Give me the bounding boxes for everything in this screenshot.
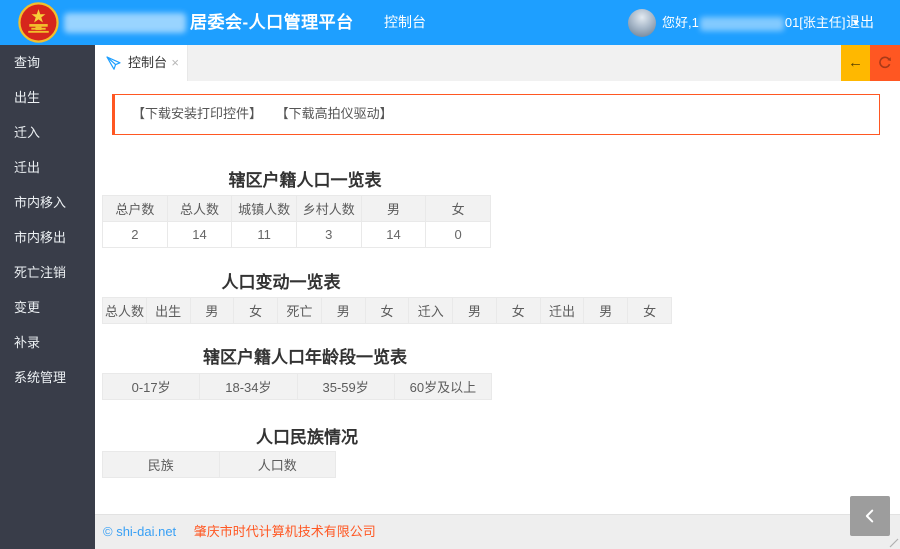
back-button[interactable]: ←: [841, 45, 870, 81]
sidebar-item-change[interactable]: 变更: [0, 290, 95, 325]
col-header: 乡村人数: [295, 195, 362, 222]
paper-plane-icon: [106, 56, 121, 70]
col-header: 女: [364, 297, 410, 324]
col-header: 女: [425, 195, 491, 222]
table-header-row: 总户数 总人数 城镇人数 乡村人数 男 女: [102, 195, 491, 222]
sidebar-item-system-mgmt[interactable]: 系统管理: [0, 360, 95, 395]
redacted-org-name: [64, 13, 186, 33]
cell-male: 14: [360, 221, 427, 248]
redacted-username: [699, 16, 784, 31]
section-title-population-change: 人口变动一览表: [221, 273, 341, 292]
col-header: 出生: [145, 297, 191, 324]
col-header: 女: [627, 297, 672, 324]
sidebar-item-city-move-in[interactable]: 市内移入: [0, 185, 95, 220]
table-header-row: 总人数 出生 男 女 死亡 男 女 迁入 男 女 迁出 男 女: [102, 297, 672, 324]
table-row: 2 14 11 3 14 0: [102, 221, 491, 248]
download-notice-bar: 【下载安装打印控件】 【下载高拍仪驱动】: [112, 94, 880, 135]
col-header: 女: [495, 297, 541, 324]
col-header: 人口数: [218, 451, 336, 478]
col-header: 女: [233, 297, 279, 324]
app-title: 居委会-人口管理平台: [190, 13, 354, 32]
col-header: 死亡: [277, 297, 322, 324]
sidebar-item-move-out[interactable]: 迁出: [0, 150, 95, 185]
population-change-table: 总人数 出生 男 女 死亡 男 女 迁入 男 女 迁出 男 女: [102, 297, 672, 324]
col-header: 60岁及以上: [393, 373, 493, 400]
collapse-panel-button[interactable]: [850, 496, 890, 536]
col-header: 男: [320, 297, 366, 324]
col-header: 18-34岁: [199, 373, 298, 400]
cell-rural-people: 3: [295, 221, 362, 248]
cell-total-households: 2: [102, 221, 168, 248]
resize-handle[interactable]: [889, 538, 899, 548]
section-title-ethnicity: 人口民族情况: [256, 428, 358, 447]
ethnicity-table: 民族 人口数: [102, 451, 336, 478]
tab-close-icon[interactable]: ×: [169, 45, 181, 81]
user-menu[interactable]: 您好,1 01[张主任] ▼: [662, 0, 860, 45]
col-header: 总户数: [102, 195, 168, 222]
col-header: 男: [189, 297, 235, 324]
app-header: 居委会-人口管理平台 控制台 您好,1 01[张主任] ▼ 退出: [0, 0, 900, 45]
table-header-row: 0-17岁 18-34岁 35-59岁 60岁及以上: [101, 373, 493, 400]
col-header: 35-59岁: [296, 373, 395, 400]
col-header: 城镇人数: [231, 195, 297, 222]
tab-bar: 控制台 × ←: [95, 45, 900, 81]
col-header: 男: [583, 297, 629, 324]
sidebar-item-supplement[interactable]: 补录: [0, 325, 95, 360]
download-scanner-driver-link[interactable]: 【下载高拍仪驱动】: [276, 106, 393, 121]
col-header: 总人数: [102, 297, 147, 324]
download-print-control-link[interactable]: 【下载安装打印控件】: [132, 106, 262, 121]
cell-urban-people: 11: [231, 221, 297, 248]
greeting-prefix: 您好,1: [662, 15, 699, 30]
nav-item-console[interactable]: 控制台: [372, 0, 438, 45]
sidebar-item-query[interactable]: 查询: [0, 45, 95, 80]
greeting-suffix: 01[张主任]: [784, 15, 846, 30]
col-header: 男: [452, 297, 497, 324]
col-header: 0-17岁: [101, 373, 201, 400]
sidebar-menu: 查询 出生 迁入 迁出 市内移入 市内移出 死亡注销 变更 补录 系统管理: [0, 45, 95, 549]
age-group-table: 0-17岁 18-34岁 35-59岁 60岁及以上: [101, 373, 493, 400]
cell-total-people: 14: [166, 221, 233, 248]
col-header: 迁入: [408, 297, 454, 324]
user-avatar[interactable]: [628, 9, 656, 37]
company-link[interactable]: 肇庆市时代计算机技术有限公司: [194, 524, 376, 539]
col-header: 迁出: [539, 297, 585, 324]
tab-console[interactable]: 控制台 ×: [95, 45, 188, 81]
population-management-app: 居委会-人口管理平台 控制台 您好,1 01[张主任] ▼ 退出 查询 出生 迁入 …: [0, 0, 900, 549]
household-population-table: 总户数 总人数 城镇人数 乡村人数 男 女 2 14 11 3 14 0: [102, 195, 491, 248]
copyright-link[interactable]: © shi-dai.net: [103, 524, 176, 539]
sidebar-item-city-move-out[interactable]: 市内移出: [0, 220, 95, 255]
sidebar-item-birth[interactable]: 出生: [0, 80, 95, 115]
sidebar-item-death-cancel[interactable]: 死亡注销: [0, 255, 95, 290]
section-title-household-population: 辖区户籍人口一览表: [228, 171, 382, 190]
refresh-icon: [879, 56, 891, 69]
table-header-row: 民族 人口数: [102, 451, 336, 478]
chevron-left-icon: [865, 509, 874, 523]
col-header: 总人数: [166, 195, 233, 222]
col-header: 民族: [102, 451, 220, 478]
refresh-button[interactable]: [870, 45, 900, 81]
sidebar-item-move-in[interactable]: 迁入: [0, 115, 95, 150]
tab-console-label: 控制台: [128, 55, 168, 70]
page-footer: © shi-dai.net 肇庆市时代计算机技术有限公司: [95, 514, 900, 549]
cell-female: 0: [425, 221, 491, 248]
section-title-age-groups: 辖区户籍人口年龄段一览表: [203, 348, 407, 367]
logout-button[interactable]: 退出: [846, 0, 874, 45]
col-header: 男: [360, 195, 427, 222]
national-emblem-icon: [18, 2, 59, 43]
